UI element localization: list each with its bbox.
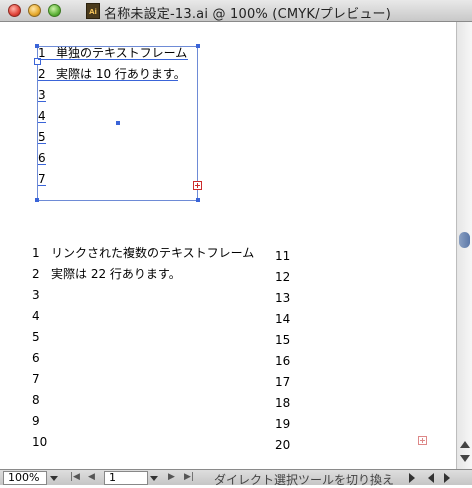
line-number: 6 xyxy=(32,351,40,365)
line-number: 2 xyxy=(38,67,46,81)
line-number: 1 xyxy=(38,46,46,60)
previous-page-icon[interactable]: ◀ xyxy=(88,472,95,482)
line-number: 19 xyxy=(275,417,291,431)
frame-center-point[interactable] xyxy=(116,121,120,125)
line-number: 3 xyxy=(38,88,46,102)
status-bar: 100% |◀ ◀ 1 ▶ ▶| ダイレクト選択ツールを切り換え xyxy=(0,469,472,488)
artboard-canvas[interactable]: 1 2 3 4 5 6 7 単独のテキストフレーム 実際は 10 行あります。 … xyxy=(0,22,456,469)
zoom-dropdown-arrow-icon[interactable] xyxy=(48,471,60,485)
baseline-underline xyxy=(38,143,46,144)
close-window-button[interactable] xyxy=(8,4,21,17)
next-page-icon[interactable]: ▶ xyxy=(168,472,175,482)
scroll-right-arrow-icon[interactable] xyxy=(444,473,450,483)
line-number: 5 xyxy=(32,330,40,344)
page-dropdown-arrow-icon[interactable] xyxy=(148,471,160,485)
baseline-underline xyxy=(38,80,178,81)
line-number: 5 xyxy=(38,130,46,144)
baseline-underline xyxy=(38,185,46,186)
illustrator-document-icon: Ai xyxy=(86,3,100,19)
line-number: 1 xyxy=(32,246,40,260)
frame-handle-top-right[interactable] xyxy=(196,44,200,48)
title-bar: Ai 名称未設定-13.ai @ 100% (CMYK/プレビュー) xyxy=(0,0,472,22)
line-number: 7 xyxy=(32,372,40,386)
text-line: 単独のテキストフレーム xyxy=(56,46,188,60)
scroll-up-arrow-icon[interactable] xyxy=(460,441,470,448)
text-overflow-plus-icon[interactable] xyxy=(193,181,202,190)
page-number-field[interactable]: 1 xyxy=(104,471,148,485)
baseline-underline xyxy=(38,122,46,123)
line-number: 16 xyxy=(275,354,291,368)
line-number: 7 xyxy=(38,172,46,186)
minimize-window-button[interactable] xyxy=(28,4,41,17)
zoom-window-button[interactable] xyxy=(48,4,61,17)
first-page-icon[interactable]: |◀ xyxy=(70,472,80,482)
frame-handle-bottom-left[interactable] xyxy=(35,198,39,202)
line-number: 18 xyxy=(275,396,291,410)
line-number: 4 xyxy=(38,109,46,123)
line-number: 3 xyxy=(32,288,40,302)
baseline-underline xyxy=(38,164,46,165)
line-number: 13 xyxy=(275,291,291,305)
line-number: 4 xyxy=(32,309,40,323)
window-title: 名称未設定-13.ai @ 100% (CMYK/プレビュー) xyxy=(104,7,391,22)
line-number: 8 xyxy=(32,393,40,407)
line-number: 11 xyxy=(275,249,291,263)
baseline-underline xyxy=(38,59,188,60)
last-page-icon[interactable]: ▶| xyxy=(184,472,194,482)
line-number: 6 xyxy=(38,151,46,165)
line-number: 2 xyxy=(32,267,40,281)
scroll-left-arrow-icon[interactable] xyxy=(428,473,434,483)
frame-handle-bottom-right[interactable] xyxy=(196,198,200,202)
vertical-scroll-thumb[interactable] xyxy=(459,232,470,248)
zoom-level-field[interactable]: 100% xyxy=(3,471,47,485)
vertical-scrollbar[interactable] xyxy=(456,22,472,469)
line-number: 17 xyxy=(275,375,291,389)
line-number: 15 xyxy=(275,333,291,347)
line-number: 20 xyxy=(275,438,291,452)
line-number: 14 xyxy=(275,312,291,326)
text-line: 実際は 22 行あります。 xyxy=(51,267,181,281)
status-menu-arrow-icon[interactable] xyxy=(409,473,415,483)
text-overflow-plus-icon[interactable] xyxy=(418,436,427,445)
scroll-down-arrow-icon[interactable] xyxy=(460,455,470,462)
line-number: 12 xyxy=(275,270,291,284)
tool-status-text[interactable]: ダイレクト選択ツールを切り換え xyxy=(214,471,394,488)
baseline-underline xyxy=(38,101,46,102)
line-number: 10 xyxy=(32,435,48,449)
text-line: リンクされた複数のテキストフレーム xyxy=(51,246,255,260)
text-line: 実際は 10 行あります。 xyxy=(56,67,186,81)
line-number: 9 xyxy=(32,414,40,428)
